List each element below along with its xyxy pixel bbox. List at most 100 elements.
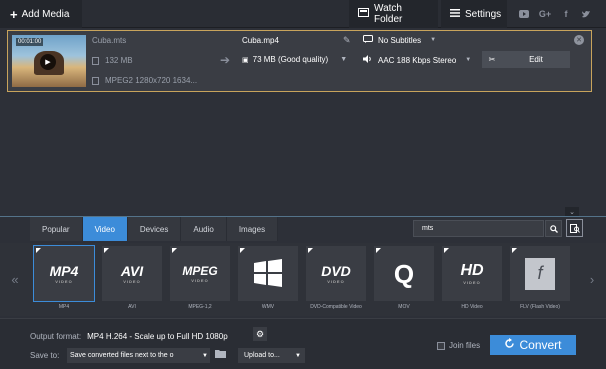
corner-marker-icon xyxy=(376,248,381,253)
tab-video[interactable]: Video xyxy=(82,217,128,241)
preset-logo-sub: VIDEO xyxy=(55,278,73,284)
checkbox-icon[interactable] xyxy=(437,341,445,350)
folder-icon[interactable] xyxy=(215,349,226,361)
detect-device-button[interactable] xyxy=(566,219,583,237)
format-tabs: Popular Video Devices Audio Images xyxy=(30,217,279,241)
preset-logo-sub: VIDEO xyxy=(327,278,345,284)
subtitles-icon xyxy=(363,35,373,45)
source-file-name: Cuba.mts xyxy=(92,36,127,45)
preset-caption: FLV (Flash Video) xyxy=(520,304,560,310)
format-search-input[interactable]: mts xyxy=(413,220,544,237)
preset-avi[interactable]: AVI VIDEO AVI xyxy=(102,246,166,314)
speaker-icon xyxy=(363,55,373,65)
film-icon xyxy=(92,76,99,85)
source-size-value: 132 MB xyxy=(105,56,133,65)
source-size: 132 MB xyxy=(92,56,133,65)
preset-mov[interactable]: Q MOV xyxy=(374,246,438,314)
output-format-label: Output format: xyxy=(30,332,82,341)
corner-marker-icon xyxy=(104,248,109,253)
scissors-icon: ✂ xyxy=(488,55,496,64)
preset-tile: f xyxy=(510,246,570,301)
subtitles-value: No Subtitles xyxy=(378,35,422,45)
thumbnail-time: 00:01:00 xyxy=(16,38,44,46)
preset-dvd[interactable]: DVD VIDEO DVD-Compatible Video xyxy=(306,246,370,314)
video-thumbnail[interactable]: 00:01:00 ▶ xyxy=(12,35,86,87)
preset-wmv[interactable]: WMV xyxy=(238,246,302,314)
preset-logo-sub: VIDEO xyxy=(191,277,209,283)
play-icon[interactable]: ▶ xyxy=(40,54,56,70)
upload-to-label: Upload to... xyxy=(244,352,280,359)
twitter-icon[interactable] xyxy=(577,0,595,28)
edit-label: Edit xyxy=(529,55,543,64)
preset-tile: MPEG VIDEO xyxy=(170,246,230,301)
gear-icon[interactable]: ⚙ xyxy=(253,327,267,341)
preset-logo: MPEG xyxy=(182,263,218,278)
preset-tile: HD VIDEO xyxy=(442,246,502,301)
corner-marker-icon xyxy=(512,248,517,253)
preset-tile: DVD VIDEO xyxy=(306,246,366,301)
save-to-value: Save converted files next to the o xyxy=(70,352,174,359)
search-icon[interactable] xyxy=(545,220,562,237)
chevron-left-icon[interactable]: « xyxy=(4,243,26,316)
save-to-dropdown[interactable]: Save converted files next to the o ▼ xyxy=(67,348,210,363)
googleplus-icon[interactable]: G+ xyxy=(536,0,554,28)
join-files-checkbox[interactable]: Join files xyxy=(437,341,480,350)
top-toolbar: + Add Media Watch Folder Settings G+ f xyxy=(0,0,606,28)
preset-logo-sub: VIDEO xyxy=(463,279,481,285)
add-media-label: Add Media xyxy=(21,8,70,20)
output-size-value: 73 MB (Good quality) xyxy=(252,55,329,64)
join-files-label: Join files xyxy=(449,341,481,350)
preset-caption: MPEG-1,2 xyxy=(188,304,212,310)
facebook-icon[interactable]: f xyxy=(557,0,575,28)
corner-marker-icon xyxy=(444,248,449,253)
upload-to-dropdown[interactable]: Upload to... ▼ xyxy=(238,348,305,363)
chevron-down-icon: ▼ xyxy=(465,57,472,63)
settings-button[interactable]: Settings xyxy=(441,0,507,28)
output-format: Output format: MP4 H.264 - Scale up to F… xyxy=(30,332,228,341)
tab-popular[interactable]: Popular xyxy=(30,217,83,241)
file-row[interactable]: 00:01:00 ▶ Cuba.mts 132 MB MPEG2 1280x72… xyxy=(7,30,592,92)
bottom-bar: Output format: MP4 H.264 - Scale up to F… xyxy=(0,318,606,369)
add-media-button[interactable]: + Add Media xyxy=(0,0,82,28)
watch-folder-button[interactable]: Watch Folder xyxy=(349,0,438,28)
corner-marker-icon xyxy=(172,248,177,253)
corner-marker-icon xyxy=(308,248,313,253)
preset-caption: MP4 xyxy=(58,304,70,310)
plus-icon: + xyxy=(10,6,18,22)
convert-button[interactable]: Convert xyxy=(490,335,576,355)
tab-devices[interactable]: Devices xyxy=(127,217,182,241)
chevron-down-icon: ▼ xyxy=(430,37,437,43)
save-to-label: Save to: xyxy=(30,351,60,360)
settings-label: Settings xyxy=(465,8,502,20)
preset-logo: AVI xyxy=(120,262,144,279)
preset-tile xyxy=(238,246,298,301)
preset-caption: AVI xyxy=(128,304,136,310)
hamburger-icon xyxy=(450,8,460,20)
preset-mpeg[interactable]: MPEG VIDEO MPEG-1,2 xyxy=(170,246,234,314)
subtitles-dropdown[interactable]: No Subtitles ▼ xyxy=(363,35,436,45)
refresh-icon xyxy=(504,338,515,352)
output-size-dropdown[interactable]: ▣ 73 MB (Good quality) ▼ xyxy=(242,55,347,64)
chevron-right-icon[interactable]: › xyxy=(581,243,603,316)
audio-dropdown[interactable]: AAC 188 Kbps Stereo ▼ xyxy=(363,55,471,65)
preset-flv[interactable]: f FLV (Flash Video) xyxy=(510,246,574,314)
preset-mp4[interactable]: MP4 VIDEO MP4 xyxy=(33,245,98,314)
tab-audio[interactable]: Audio xyxy=(181,217,227,241)
preset-logo: MP4 xyxy=(49,262,79,279)
output-file-name[interactable]: Cuba.mp4 xyxy=(242,36,279,45)
watch-folder-label: Watch Folder xyxy=(374,3,403,25)
tab-images[interactable]: Images xyxy=(226,217,279,241)
preset-logo: HD xyxy=(460,261,484,279)
corner-marker-icon xyxy=(36,248,41,253)
preset-caption: WMV xyxy=(261,304,275,310)
arrow-right-icon: ➔ xyxy=(220,53,231,67)
youtube-icon[interactable] xyxy=(515,0,533,28)
edit-button[interactable]: ✂ Edit xyxy=(482,51,570,68)
format-presets: « MP4 VIDEO MP4 AVI VIDEO AVI MPEG VIDEO MP… xyxy=(0,243,606,316)
preset-hd-video[interactable]: HD VIDEO HD Video xyxy=(442,246,506,314)
close-icon[interactable]: ✕ xyxy=(574,35,584,45)
pencil-icon[interactable]: ✎ xyxy=(343,35,351,46)
output-format-value: MP4 H.264 - Scale up to Full HD 1080p xyxy=(87,332,228,341)
collapse-panel-button[interactable]: ⌄ xyxy=(565,207,579,216)
preset-logo-sub: VIDEO xyxy=(123,278,141,284)
